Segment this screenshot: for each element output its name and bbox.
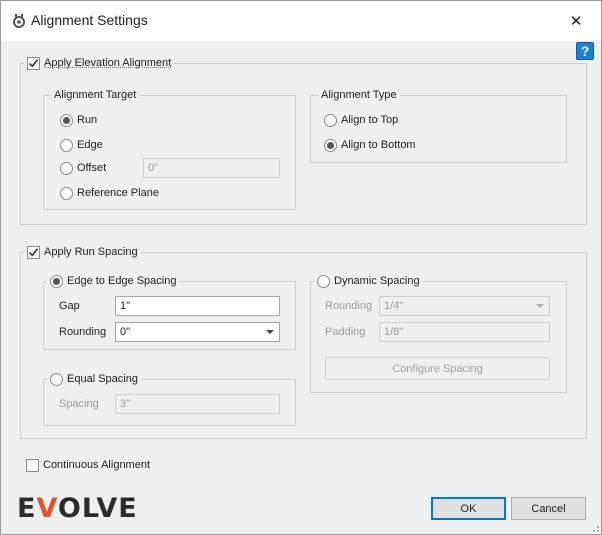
gap-value: 1" bbox=[120, 300, 131, 312]
offset-value: 0" bbox=[148, 162, 159, 174]
target-offset-label: Offset bbox=[77, 162, 107, 174]
title-bar: Alignment Settings ✕ bbox=[1, 1, 601, 41]
target-edge-label: Edge bbox=[77, 139, 103, 151]
gap-input[interactable]: 1" bbox=[115, 296, 280, 316]
settings-gear-icon bbox=[11, 13, 27, 29]
ok-button[interactable]: OK bbox=[431, 497, 506, 520]
target-run-label: Run bbox=[77, 114, 98, 126]
alignment-type-title: Alignment Type bbox=[318, 88, 400, 102]
type-align-top-radio[interactable] bbox=[324, 114, 337, 127]
help-button[interactable]: ? bbox=[576, 42, 594, 60]
type-align-bottom-radio[interactable] bbox=[324, 139, 337, 152]
alignment-type-label: Alignment Type bbox=[321, 89, 397, 101]
run-spacing-checkbox-box[interactable] bbox=[27, 245, 40, 259]
edge-spacing-radio[interactable] bbox=[50, 274, 63, 288]
dynamic-rounding-select[interactable]: 1/4" bbox=[379, 296, 550, 316]
window-title: Alignment Settings bbox=[31, 12, 148, 28]
cancel-button[interactable]: Cancel bbox=[511, 497, 586, 520]
equal-spacing-label: Equal Spacing bbox=[67, 373, 138, 385]
alignment-target-label: Alignment Target bbox=[54, 89, 137, 101]
alignment-settings-dialog: Alignment Settings ✕ ? Apply Elevation A… bbox=[0, 0, 602, 535]
alignment-target-title: Alignment Target bbox=[51, 88, 140, 102]
continuous-alignment-label: Continuous Alignment bbox=[43, 459, 151, 471]
dynamic-spacing-label: Dynamic Spacing bbox=[334, 275, 420, 287]
spacing-label: Spacing bbox=[59, 398, 99, 410]
spacing-input[interactable]: 3" bbox=[115, 394, 280, 414]
apply-run-spacing-label: Apply Run Spacing bbox=[44, 246, 138, 258]
configure-spacing-label: Configure Spacing bbox=[392, 362, 483, 375]
edge-rounding-value: 0" bbox=[120, 326, 131, 338]
target-reference-plane-radio[interactable] bbox=[60, 187, 73, 200]
equal-spacing-radio-option[interactable]: Equal Spacing bbox=[47, 372, 141, 386]
ok-label: OK bbox=[460, 502, 477, 515]
target-reference-plane-label: Reference Plane bbox=[77, 187, 159, 199]
dynamic-rounding-label: Rounding bbox=[325, 300, 373, 312]
type-align-bottom-label: Align to Bottom bbox=[341, 139, 416, 151]
chevron-down-icon[interactable] bbox=[536, 304, 544, 308]
help-icon: ? bbox=[580, 43, 590, 59]
apply-elevation-label: Apply Elevation Alignment bbox=[44, 57, 172, 69]
gap-label: Gap bbox=[59, 300, 80, 312]
elevation-checkbox-box[interactable] bbox=[27, 56, 40, 70]
padding-value: 1/8" bbox=[384, 326, 404, 338]
logo-part-1: E bbox=[17, 493, 37, 524]
chevron-down-icon[interactable] bbox=[266, 330, 274, 334]
logo-v-mark: V bbox=[36, 493, 58, 524]
target-run-radio[interactable] bbox=[60, 114, 73, 127]
type-align-top-label: Align to Top bbox=[341, 114, 399, 126]
apply-run-spacing-checkbox[interactable]: Apply Run Spacing bbox=[24, 245, 141, 259]
dynamic-spacing-radio[interactable] bbox=[317, 274, 330, 288]
check-icon bbox=[28, 58, 39, 67]
edge-rounding-select[interactable]: 0" bbox=[115, 322, 280, 342]
dynamic-spacing-radio-option[interactable]: Dynamic Spacing bbox=[314, 274, 423, 288]
edge-spacing-radio-option[interactable]: Edge to Edge Spacing bbox=[47, 274, 180, 288]
close-button[interactable]: ✕ bbox=[561, 9, 591, 33]
logo-part-2: OLVE bbox=[57, 493, 138, 524]
padding-label: Padding bbox=[325, 326, 366, 338]
alignment-type-group bbox=[310, 95, 567, 163]
close-icon: ✕ bbox=[569, 13, 583, 30]
padding-input[interactable]: 1/8" bbox=[379, 322, 550, 342]
dynamic-rounding-value: 1/4" bbox=[384, 300, 404, 312]
equal-spacing-radio[interactable] bbox=[50, 372, 63, 386]
resize-grip-icon[interactable] bbox=[590, 523, 600, 533]
cancel-label: Cancel bbox=[531, 502, 566, 515]
configure-spacing-button[interactable]: Configure Spacing bbox=[325, 357, 550, 380]
continuous-alignment-checkbox[interactable]: Continuous Alignment bbox=[23, 458, 154, 472]
edge-spacing-label: Edge to Edge Spacing bbox=[67, 275, 177, 287]
apply-elevation-checkbox[interactable]: Apply Elevation Alignment bbox=[24, 56, 175, 70]
spacing-value: 3" bbox=[120, 398, 131, 410]
offset-input[interactable]: 0" bbox=[143, 158, 280, 178]
continuous-checkbox-box[interactable] bbox=[26, 458, 39, 472]
target-offset-radio[interactable] bbox=[60, 162, 73, 175]
check-icon bbox=[28, 247, 39, 256]
evolve-logo: EVOLVE bbox=[17, 495, 138, 522]
edge-rounding-label: Rounding bbox=[59, 326, 107, 338]
target-edge-radio[interactable] bbox=[60, 139, 73, 152]
